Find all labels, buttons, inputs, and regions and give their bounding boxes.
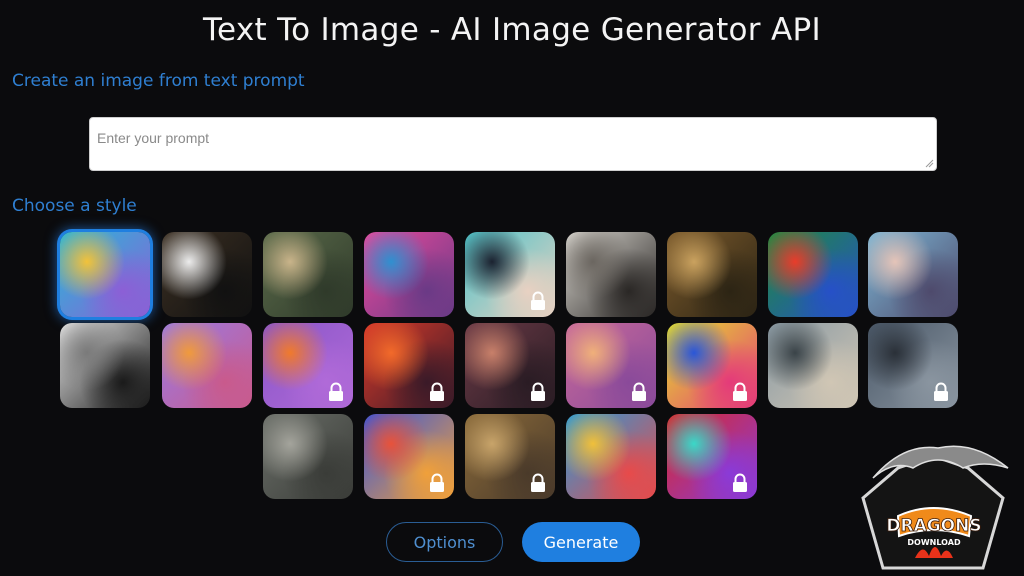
style-tile-forest-ruins[interactable] — [263, 232, 353, 317]
style-tile-teacup-engraving[interactable] — [60, 323, 150, 408]
style-tile-vintage-sketch[interactable] — [566, 232, 656, 317]
lock-icon — [733, 382, 747, 401]
style-tile-panda[interactable] — [162, 232, 252, 317]
page-title: Text To Image - AI Image Generator API — [203, 12, 821, 48]
style-tile-ballet-dancers[interactable] — [868, 232, 958, 317]
style-tile-oil-painting[interactable] — [465, 414, 555, 499]
generate-button[interactable]: Generate — [522, 522, 640, 562]
style-section-label: Choose a style — [12, 196, 137, 216]
style-tile-rabbit-gradient[interactable] — [364, 414, 454, 499]
dragons-download-logo: DRAGONS DOWNLOAD — [861, 445, 1009, 570]
style-tile-dark-cloud[interactable] — [868, 323, 958, 408]
prompt-section-label: Create an image from text prompt — [12, 71, 305, 91]
lock-icon — [632, 382, 646, 401]
style-tile-pop-art[interactable] — [667, 323, 757, 408]
style-tile-pink-clouds[interactable] — [566, 323, 656, 408]
style-tile-mona-lisa[interactable] — [667, 232, 757, 317]
style-tile-grey-collage[interactable] — [263, 414, 353, 499]
lock-icon — [733, 473, 747, 492]
lock-icon — [531, 473, 545, 492]
style-tile-abstract-colorful[interactable] — [60, 232, 150, 317]
prompt-input[interactable] — [90, 118, 936, 170]
svg-text:DRAGONS: DRAGONS — [886, 516, 981, 536]
style-tile-anime-girl[interactable] — [465, 232, 555, 317]
style-tile-portrait-woman[interactable] — [465, 323, 555, 408]
style-tile-neon-face[interactable] — [364, 323, 454, 408]
lock-icon — [934, 382, 948, 401]
lock-icon — [531, 382, 545, 401]
style-tile-neon-dragon[interactable] — [667, 414, 757, 499]
prompt-field-container — [89, 117, 937, 171]
style-tile-modern-house[interactable] — [768, 323, 858, 408]
style-tile-isometric-laptop[interactable] — [162, 323, 252, 408]
resize-grip-icon[interactable] — [924, 158, 934, 168]
style-tile-fox-3d[interactable] — [263, 323, 353, 408]
style-tile-robot-cyber[interactable] — [364, 232, 454, 317]
svg-text:DOWNLOAD: DOWNLOAD — [907, 538, 961, 547]
lock-icon — [430, 382, 444, 401]
lock-icon — [531, 291, 545, 310]
style-tile-flower-vase[interactable] — [768, 232, 858, 317]
style-tile-app-icons[interactable] — [566, 414, 656, 499]
lock-icon — [430, 473, 444, 492]
lock-icon — [329, 382, 343, 401]
options-button[interactable]: Options — [386, 522, 503, 562]
